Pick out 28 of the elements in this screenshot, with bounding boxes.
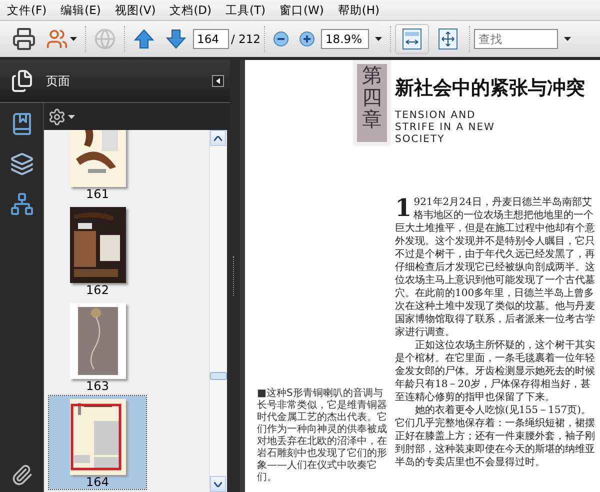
- english-subtitle: STRIFE IN A NEW: [395, 122, 496, 134]
- page-number: 163: [86, 379, 109, 393]
- menu-item[interactable]: 窗口(W): [274, 0, 329, 20]
- body-paragraph: 正如这位农场主所怀疑的，这个树干其实是个棺材。在它里面，一条毛毯裹着一位年轻金发女郎的尸体。牙齿检测显示她死去的时候年龄只有18－20岁，尸体保存得相当好，甚至连精心修剪的指甲也保留了下来。: [395, 339, 596, 404]
- menu-item[interactable]: 编辑(E): [56, 0, 106, 20]
- chapter-mark: 第四章: [357, 64, 387, 142]
- page-number: 162: [86, 283, 109, 297]
- menu-item[interactable]: 帮助(H): [332, 0, 385, 20]
- page-count: / 212: [231, 32, 260, 46]
- image-caption: ■这种S形青铜喇叭的音调与长号非常类似，它是维青铜器时代金属工艺的杰出代表。它们作为一种向神灵的供奉被成对地丢弃在北欧的沼泽中，在岩石雕刻中也发现了它们的形象——人们在仪式中吹奏它们。: [257, 388, 388, 484]
- page-number: 164: [86, 475, 109, 489]
- page-number-field[interactable]: 164: [193, 29, 229, 49]
- page-thumbnail[interactable]: 162: [49, 204, 146, 297]
- panel-title: 页面: [46, 72, 71, 90]
- english-subtitle: TENSION AND: [395, 110, 477, 122]
- zoom-field[interactable]: 18.9%: [321, 29, 370, 49]
- chapter-title: 新社会中的紧张与冲突: [395, 76, 586, 101]
- menu-item[interactable]: 视图(V): [110, 0, 161, 20]
- menu-item[interactable]: 文档(D): [164, 0, 217, 20]
- page-thumbnail[interactable]: 164: [49, 396, 146, 489]
- menu-item[interactable]: 文件(F): [2, 0, 52, 20]
- search-field[interactable]: 查找: [474, 29, 558, 49]
- page-thumbnail[interactable]: 161: [49, 130, 146, 201]
- page-thumbnail[interactable]: 163: [49, 300, 146, 393]
- english-subtitle: SOCIETY: [395, 134, 446, 146]
- page-number: 161: [86, 187, 109, 201]
- menu-item[interactable]: 工具(T): [220, 0, 271, 20]
- body-paragraph: 她的衣着更令人吃惊(见155－157页)。它们几乎完整地保存着：一条绳织短裙，裙摆正好在膝盖上方；还有一件束腰外套，袖子刚到肘部，这种装束即使在今天的斯堪的纳维亚半岛的专卖店里也不会显得过时。: [395, 404, 596, 469]
